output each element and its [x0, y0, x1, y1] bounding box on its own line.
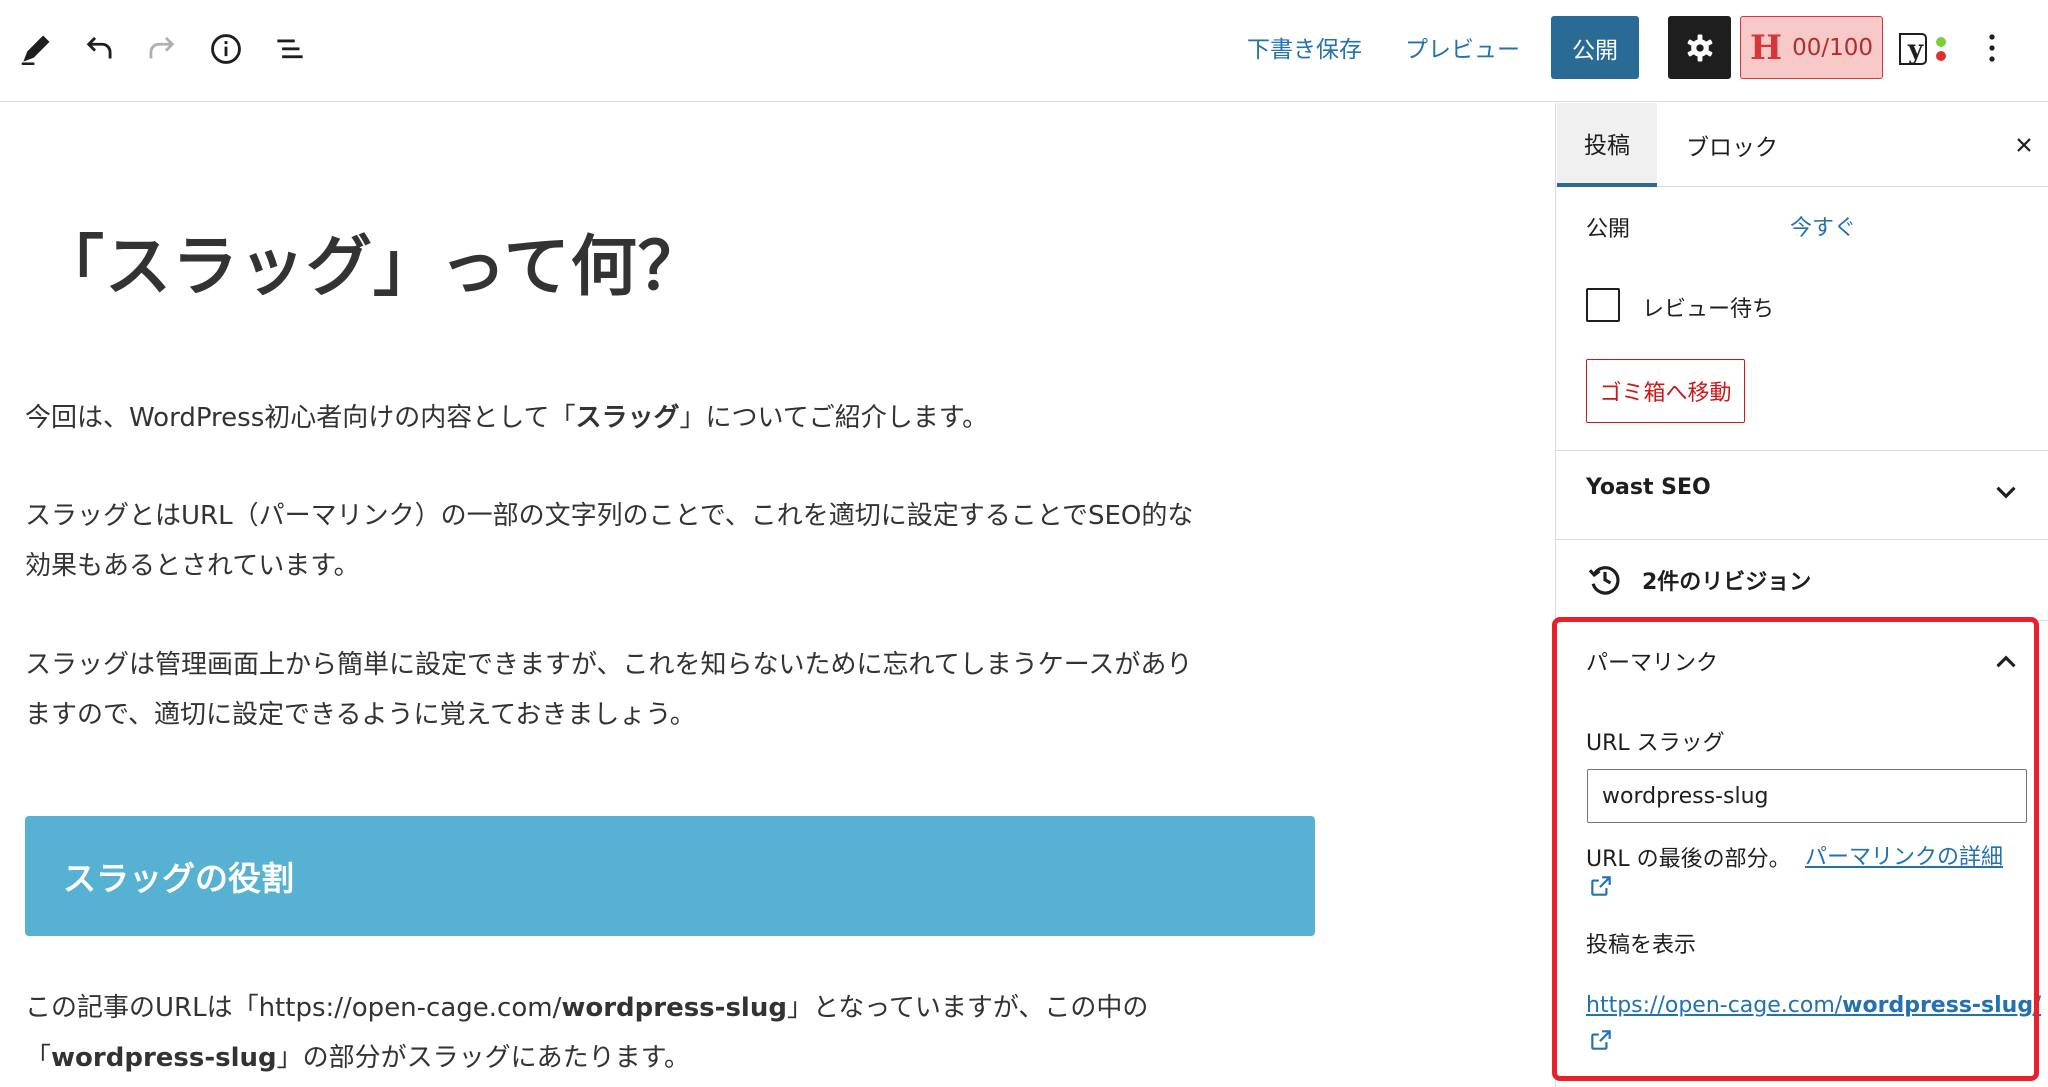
more-options-button[interactable]: [1972, 22, 2012, 74]
permalink-help-text: URL の最後の部分。: [1586, 847, 1791, 872]
permalink-docs-link[interactable]: パーマリンクの詳細: [1805, 839, 2003, 871]
post-title[interactable]: 「スラッグ」って何？: [38, 213, 705, 309]
list-view-icon[interactable]: [264, 23, 316, 75]
tab-post[interactable]: 投稿: [1557, 103, 1657, 187]
pencil-icon[interactable]: [10, 23, 62, 75]
sidebar-tabs: 投稿 ブロック: [1556, 103, 2048, 187]
save-draft-button[interactable]: 下書き保存: [1247, 30, 1362, 64]
view-post-url-slug: wordpress-slug/: [1842, 993, 2042, 1018]
publish-date-link[interactable]: 今すぐ: [1790, 210, 1856, 242]
paragraph-text: ますので、適切に設定できるように覚えておきましょう。: [25, 700, 696, 730]
paragraph-text: 」となっていますが、この中の: [786, 993, 1149, 1023]
external-link-icon[interactable]: [1588, 873, 1614, 899]
redo-icon[interactable]: [136, 23, 188, 75]
paragraph-block[interactable]: スラッグとはURL（パーマリンク）の一部の文字列のことで、これを適切に設定するこ…: [25, 491, 1325, 591]
gear-icon: [1687, 34, 1712, 61]
paragraph-bold-text: スラッグ: [575, 403, 680, 433]
paragraph-block[interactable]: 今回は、WordPress初心者向けの内容として「スラッグ」についてご紹介します…: [25, 393, 1325, 443]
paragraph-block[interactable]: スラッグは管理画面上から簡単に設定できますが、これを知らないために忘れてしまうケ…: [25, 640, 1325, 740]
settings-button[interactable]: [1668, 16, 1731, 79]
paragraph-text: 効果もあるとされています。: [25, 551, 360, 581]
yoast-seo-panel-toggle[interactable]: Yoast SEO: [1556, 451, 2048, 531]
more-vertical-icon: [1989, 34, 1995, 62]
info-icon[interactable]: [200, 23, 252, 75]
paragraph-text: 今回は、WordPress初心者向けの内容として「: [25, 403, 576, 433]
permalink-panel-toggle[interactable]: パーマリンク: [1556, 621, 2048, 701]
chevron-up-icon: [1996, 655, 2016, 668]
publish-label: 公開: [1586, 217, 1631, 242]
yoast-logo-icon: y: [1899, 33, 1946, 65]
paragraph-text: この記事のURLは「https://open-cage.com/: [25, 993, 562, 1023]
headline-score-button[interactable]: H 00/100: [1740, 16, 1883, 79]
pending-review-checkbox[interactable]: [1586, 288, 1620, 322]
yoast-seo-panel-title: Yoast SEO: [1586, 475, 1711, 500]
paragraph-text: 」についてご紹介します。: [679, 403, 989, 433]
undo-icon[interactable]: [73, 23, 125, 75]
paragraph-text: 「: [25, 1043, 52, 1073]
paragraph-bold-text: wordpress-slug: [51, 1043, 277, 1073]
editor-toolbar: 下書き保存 プレビュー 公開 H 00/100 y: [0, 0, 2048, 102]
headline-score: 00/100: [1792, 34, 1874, 61]
publish-button[interactable]: 公開: [1551, 16, 1639, 79]
revisions-label: 2件のリビジョン: [1642, 570, 1812, 595]
move-to-trash-button[interactable]: ゴミ箱へ移動: [1586, 359, 1745, 423]
view-post-link[interactable]: https://open-cage.com/wordpress-slug/: [1586, 993, 2041, 1018]
view-post-url-prefix: https://open-cage.com/: [1586, 993, 1843, 1018]
yoast-logo-letter: y: [1907, 35, 1924, 65]
paragraph-bold-text: wordpress-slug: [561, 993, 787, 1023]
settings-sidebar: 投稿 ブロック 公開 今すぐ レビュー待ち ゴミ箱へ移動 Yoast SEO 2…: [1555, 103, 2048, 1087]
yoast-button[interactable]: y: [1896, 22, 1952, 74]
close-sidebar-button[interactable]: [2006, 127, 2042, 163]
url-slug-input[interactable]: [1587, 769, 2027, 823]
editor-canvas: 「スラッグ」って何？ 今回は、WordPress初心者向けの内容として「スラッグ…: [0, 103, 1555, 1087]
heading-block[interactable]: スラッグの役割: [25, 816, 1315, 936]
url-slug-label: URL スラッグ: [1586, 731, 1725, 756]
close-icon: [2017, 138, 2031, 152]
heading-text: スラッグの役割: [63, 859, 294, 898]
external-link-icon[interactable]: [1588, 1027, 1614, 1053]
tab-block[interactable]: ブロック: [1657, 103, 1807, 187]
view-post-label: 投稿を表示: [1586, 933, 1697, 958]
h-logo-icon: H: [1749, 27, 1783, 68]
permalink-panel-title: パーマリンク: [1586, 651, 1719, 676]
paragraph-text: スラッグは管理画面上から簡単に設定できますが、これを知らないために忘れてしまうケ…: [25, 650, 1193, 680]
paragraph-text: スラッグとはURL（パーマリンク）の一部の文字列のことで、これを適切に設定するこ…: [25, 501, 1194, 531]
chevron-down-icon: [1996, 486, 2016, 499]
revisions-button[interactable]: 2件のリビジョン: [1556, 540, 2048, 620]
history-icon: [1588, 566, 1620, 595]
pending-review-label: レビュー待ち: [1642, 297, 1775, 322]
preview-button[interactable]: プレビュー: [1405, 30, 1520, 64]
paragraph-text: 」の部分がスラッグにあたります。: [276, 1043, 691, 1073]
paragraph-block[interactable]: この記事のURLは「https://open-cage.com/wordpres…: [25, 983, 1325, 1083]
